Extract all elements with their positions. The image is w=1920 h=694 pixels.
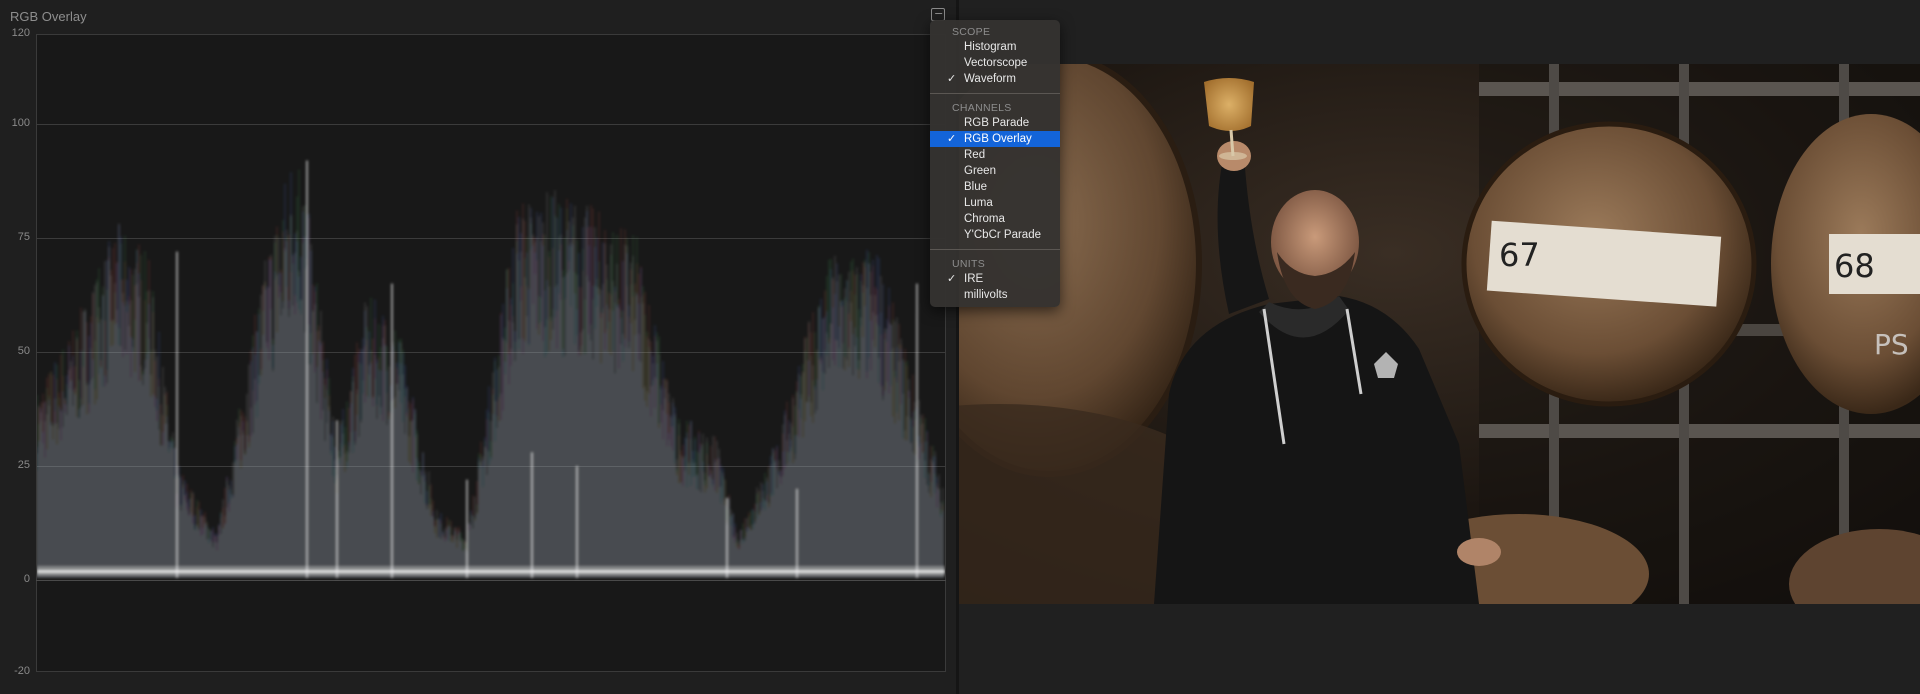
- menu-header-scope: SCOPE: [952, 26, 991, 38]
- menu-item-waveform[interactable]: ✓ Waveform: [930, 71, 1060, 87]
- menu-item-histogram[interactable]: Histogram: [930, 39, 1060, 55]
- menu-separator: [930, 93, 1060, 94]
- checkmark-icon: ✓: [947, 73, 957, 85]
- video-viewer: 67 68 PS: [959, 0, 1920, 694]
- menu-item-ire[interactable]: ✓ IRE: [930, 271, 1060, 287]
- barrel-label-ps: PS: [1874, 328, 1909, 361]
- menu-item-luma[interactable]: Luma: [930, 195, 1060, 211]
- viewer-frame-image: 67 68 PS: [959, 64, 1920, 604]
- waveform-scope-panel: RGB Overlay 120 100 75 50 25 0 -20: [0, 0, 956, 694]
- barrel-label-67: 67: [1499, 236, 1540, 274]
- menu-item-millivolts[interactable]: millivolts: [930, 287, 1060, 303]
- y-tick-75: 75: [17, 231, 30, 243]
- y-tick-120: 120: [11, 27, 30, 39]
- menu-item-chroma[interactable]: Chroma: [930, 211, 1060, 227]
- checkmark-icon: ✓: [947, 273, 957, 285]
- menu-item-rgb-parade[interactable]: RGB Parade: [930, 115, 1060, 131]
- menu-header-channels: CHANNELS: [952, 102, 1012, 114]
- waveform-trace: [37, 160, 945, 578]
- menu-item-ycbcr-parade[interactable]: Y'CbCr Parade: [930, 227, 1060, 243]
- scope-options-menu: SCOPE Histogram Vectorscope ✓ Waveform C…: [930, 20, 1060, 307]
- y-tick-25: 25: [17, 459, 30, 471]
- menu-item-green[interactable]: Green: [930, 163, 1060, 179]
- scope-title: RGB Overlay: [10, 9, 87, 24]
- menu-item-blue[interactable]: Blue: [930, 179, 1060, 195]
- barrel-label-68: 68: [1834, 247, 1875, 285]
- checkmark-icon: ✓: [947, 133, 957, 145]
- menu-item-red[interactable]: Red: [930, 147, 1060, 163]
- menu-item-rgb-overlay[interactable]: ✓ RGB Overlay: [930, 131, 1060, 147]
- y-tick-50: 50: [17, 345, 30, 357]
- menu-item-vectorscope[interactable]: Vectorscope: [930, 55, 1060, 71]
- y-tick-0: 0: [23, 573, 30, 585]
- menu-separator: [930, 249, 1060, 250]
- menu-header-units: UNITS: [952, 258, 985, 270]
- y-tick-minus-20: -20: [14, 665, 30, 677]
- y-tick-100: 100: [11, 117, 30, 129]
